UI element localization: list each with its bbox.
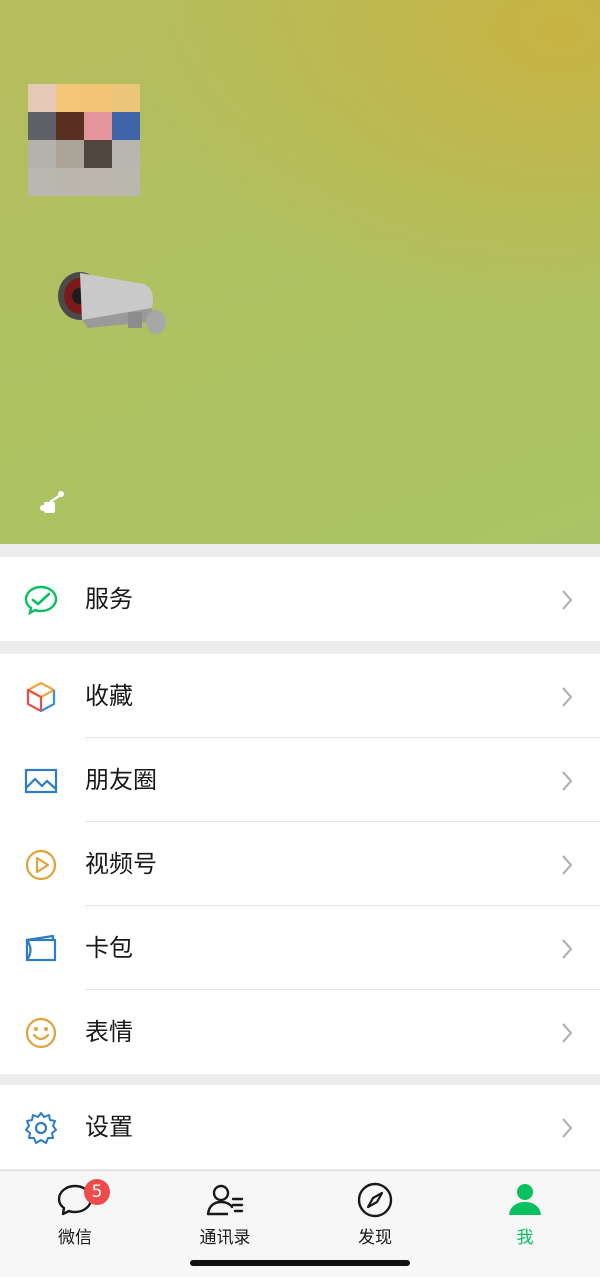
menu-group-service: 服务 [0,557,600,641]
tab-label: 我 [516,1228,534,1248]
wechat-pay-check-icon [24,585,58,616]
menu-group-main: 收藏 朋友圈 视频号 卡包 表情 [0,654,600,1074]
security-camera-icon [58,272,166,334]
status-icon[interactable] [38,488,68,518]
menu-item-label: 收藏 [85,682,133,710]
home-indicator [190,1260,410,1266]
compass-icon [357,1182,393,1218]
menu-item-favorites[interactable]: 收藏 [0,654,600,738]
chevron-right-icon [562,855,573,875]
person-icon [509,1184,541,1215]
menu-group-settings: 设置 [0,1085,600,1169]
menu-item-moments[interactable]: 朋友圈 [0,738,600,822]
tab-label: 微信 [58,1228,92,1248]
menu-item-label: 视频号 [85,850,157,878]
menu-item-stickers[interactable]: 表情 [0,990,600,1074]
tab-contacts[interactable]: 通讯录 [150,1171,300,1261]
tab-discover[interactable]: 发现 [300,1171,450,1261]
play-circle-icon [25,849,57,881]
menu-item-label: 服务 [85,585,133,613]
image-landscape-icon [24,768,58,794]
cube-icon [26,681,56,713]
tab-me[interactable]: 我 [450,1171,600,1261]
menu-item-settings[interactable]: 设置 [0,1085,600,1169]
profile-header [0,0,600,544]
smiley-icon [25,1017,57,1049]
card-wallet-icon [25,934,57,962]
chevron-right-icon [562,687,573,707]
menu-item-label: 卡包 [85,934,133,962]
chevron-right-icon [562,1023,573,1043]
menu-item-channels[interactable]: 视频号 [0,822,600,906]
gear-icon [25,1112,57,1144]
avatar[interactable] [28,84,140,196]
menu-item-cards[interactable]: 卡包 [0,906,600,990]
chevron-right-icon [562,939,573,959]
unread-badge: 5 [84,1179,110,1205]
tab-label: 发现 [358,1228,392,1248]
chevron-right-icon [562,1118,573,1138]
menu-item-label: 设置 [85,1113,133,1141]
chevron-right-icon [562,771,573,791]
tab-chats[interactable]: 5 微信 [0,1171,150,1261]
chevron-right-icon [562,590,573,610]
menu-item-label: 表情 [85,1018,133,1046]
tab-label: 通讯录 [199,1228,251,1248]
contacts-icon [206,1184,244,1216]
menu-item-service[interactable]: 服务 [0,557,600,641]
menu-item-label: 朋友圈 [85,766,157,794]
